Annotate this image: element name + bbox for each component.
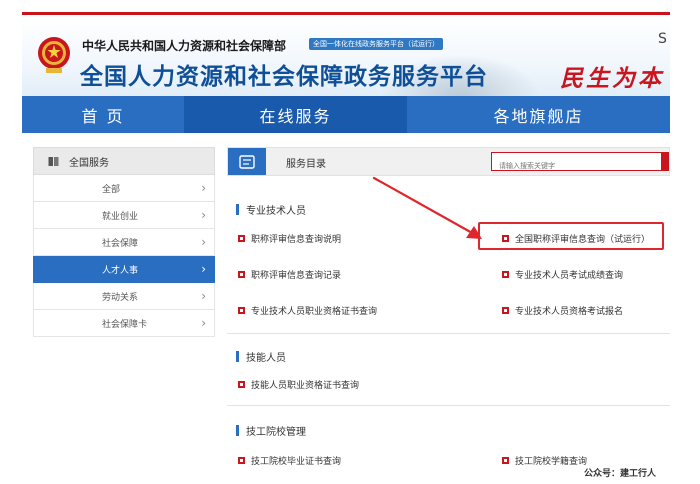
nav-flagship-stores[interactable]: 各地旗舰店 [407,96,670,133]
square-bullet-icon [502,271,509,278]
sidebar-item-label: 社会保障 [102,238,139,249]
sidebar-item-all[interactable]: 全部 › [33,175,215,202]
section-marker [236,351,239,362]
link-exam-registration[interactable]: 专业技术人员资格考试报名 [502,304,623,317]
chevron-right-icon: › [201,235,206,249]
link-text: 职称评审信息查询说明 [251,235,342,245]
sidebar-item-label: 社会保障卡 [102,319,148,330]
link-skill-certificate[interactable]: 技能人员职业资格证书查询 [238,378,359,391]
link-student-status[interactable]: 技工院校学籍查询 [502,454,587,467]
link-text: 技工院校毕业证书查询 [251,457,342,467]
page: 中华人民共和国人力资源和社会保障部 全国一体化在线政务服务平台（试运行） 全国人… [0,0,700,484]
link-text: 技工院校学籍查询 [515,457,588,467]
sidebar-item-employment[interactable]: 就业创业 › [33,202,215,229]
link-text: 技能人员职业资格证书查询 [251,381,360,391]
square-bullet-icon [238,271,245,278]
link-title-review-info[interactable]: 职称评审信息查询说明 [238,232,341,245]
section-divider [227,405,670,406]
corner-text: S [658,31,667,47]
sidebar-item-label: 全部 [102,184,121,195]
chevron-right-icon: › [201,316,206,330]
link-text: 专业技术人员考试成绩查询 [515,271,624,281]
sidebar-title: 全国服务 [69,157,109,169]
catalog-icon [228,148,266,175]
header-banner: 中华人民共和国人力资源和社会保障部 全国一体化在线政务服务平台（试运行） 全国人… [22,12,670,96]
catalog-title: 服务目录 [286,159,326,170]
ministry-name: 中华人民共和国人力资源和社会保障部 [82,39,287,53]
square-bullet-icon [502,457,509,464]
national-emblem-icon [38,37,70,73]
search-box [491,152,669,175]
sidebar-item-social-security[interactable]: 社会保障 › [33,229,215,256]
annotation-arrow-icon [372,176,482,239]
search-button[interactable] [661,152,669,171]
section-title-skilled: 技能人员 [236,349,286,364]
main-navbar: 首 页 在线服务 各地旗舰店 [22,96,670,133]
section-title-text: 专业技术人员 [246,206,306,217]
square-bullet-icon [238,307,245,314]
sidebar-header: 全国服务 [33,147,215,175]
link-qualification-certificate[interactable]: 专业技术人员职业资格证书查询 [238,304,377,317]
square-bullet-icon [238,381,245,388]
sidebar-item-label: 劳动关系 [102,292,139,303]
platform-title: 全国人力资源和社会保障政务服务平台 [80,64,488,90]
annotation-highlight-box [478,222,664,250]
nav-home[interactable]: 首 页 [22,96,184,133]
chevron-right-icon: › [201,208,206,222]
section-title-text: 技能人员 [246,353,286,364]
watermark: 公众号：建工行人 [584,469,657,479]
link-text: 职称评审信息查询记录 [251,271,342,281]
section-marker [236,425,239,436]
chevron-right-icon: › [201,181,206,195]
nav-online-service[interactable]: 在线服务 [184,96,407,133]
sidebar-item-talent-personnel[interactable]: 人才人事 › [33,256,215,283]
search-input[interactable] [492,157,662,175]
chevron-right-icon: › [201,262,206,276]
link-text: 专业技术人员职业资格证书查询 [251,307,378,317]
link-exam-scores[interactable]: 专业技术人员考试成绩查询 [502,268,623,281]
square-bullet-icon [238,235,245,242]
chevron-right-icon: › [201,289,206,303]
section-title-professional: 专业技术人员 [236,202,306,217]
square-bullet-icon [502,307,509,314]
section-title-text: 技工院校管理 [246,427,306,438]
sidebar-item-label: 人才人事 [102,265,139,276]
catalog-header: 服务目录 [227,147,670,176]
book-icon [48,156,59,166]
section-divider [227,333,670,334]
sidebar: 全国服务 全部 › 就业创业 › 社会保障 › 人才人事 › 劳动关系 › 社会… [33,147,215,337]
section-title-technical-school: 技工院校管理 [236,423,306,438]
slogan: 民生为本 [560,65,664,92]
link-text: 专业技术人员资格考试报名 [515,307,624,317]
sidebar-item-labor-relations[interactable]: 劳动关系 › [33,283,215,310]
link-graduation-certificate[interactable]: 技工院校毕业证书查询 [238,454,341,467]
square-bullet-icon [238,457,245,464]
link-title-query-records[interactable]: 职称评审信息查询记录 [238,268,341,281]
sidebar-item-label: 就业创业 [102,211,139,222]
section-marker [236,204,239,215]
platform-tag: 全国一体化在线政务服务平台（试运行） [309,38,443,50]
sidebar-item-social-security-card[interactable]: 社会保障卡 › [33,310,215,337]
